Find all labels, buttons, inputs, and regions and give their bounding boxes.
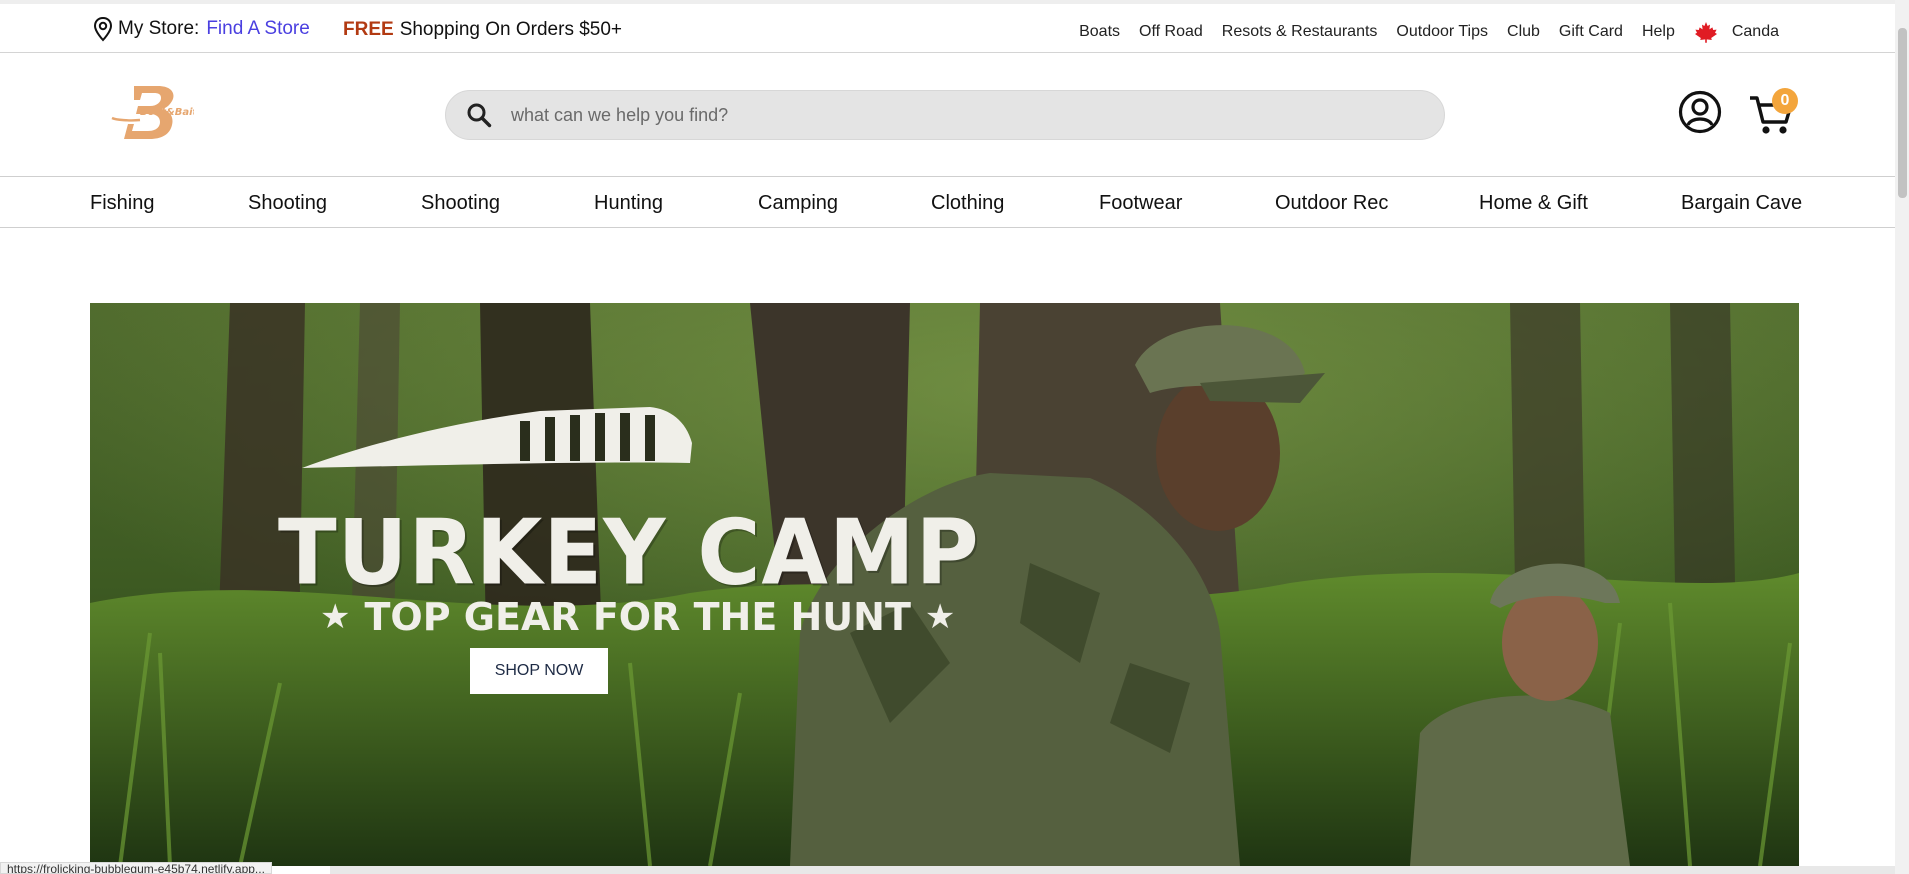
utility-links: Boats Off Road Resots & Restaurants Outd… [1060,21,1779,43]
account-icon[interactable] [1678,90,1722,134]
scrollbar-thumb[interactable] [1898,28,1907,198]
nav-shooting-2[interactable]: Shooting [421,192,500,215]
search-bar[interactable] [445,90,1445,140]
nav-shooting[interactable]: Shooting [248,192,327,215]
nav-bargain-cave[interactable]: Bargain Cave [1681,192,1802,215]
util-link-resorts-restaurants[interactable]: Resots & Restaurants [1222,23,1378,41]
star-icon: ★ [320,597,351,637]
my-store-label: My Store: [118,18,200,39]
logo-text: Boat&Bait [140,107,194,118]
hero-banner[interactable]: TURKEY CAMP ★ TOP GEAR FOR THE HUNT ★ SH… [90,303,1799,866]
boat-and-bait-logo[interactable]: Boat&Bait [110,84,194,140]
util-link-club[interactable]: Club [1507,23,1540,41]
canada-flag-icon[interactable] [1694,21,1718,43]
nav-home-gift[interactable]: Home & Gift [1479,192,1588,215]
util-link-outdoor-tips[interactable]: Outdoor Tips [1396,23,1488,41]
util-link-off-road[interactable]: Off Road [1139,23,1203,41]
nav-clothing[interactable]: Clothing [931,192,1004,215]
nav-outdoor-rec[interactable]: Outdoor Rec [1275,192,1388,215]
hero-subtitle-text: TOP GEAR FOR THE HUNT [364,595,911,639]
promo-text: Shopping On Orders $50+ [399,19,623,40]
nav-camping[interactable]: Camping [758,192,838,215]
util-link-boats[interactable]: Boats [1079,23,1120,41]
location-pin-icon [93,16,113,42]
search-icon[interactable] [466,102,492,128]
find-store-link[interactable]: Find A Store [206,18,310,40]
country-selector[interactable]: Canda [1732,23,1779,41]
search-input[interactable] [509,103,1409,127]
category-nav: Fishing Shooting Shooting Hunting Campin… [0,178,1895,228]
my-store: My Store: Find A Store [92,16,310,42]
util-link-gift-card[interactable]: Gift Card [1559,23,1623,41]
nav-hunting[interactable]: Hunting [594,192,663,215]
cart-count-badge: 0 [1772,88,1798,114]
promo-free-label: FREE [343,19,394,40]
hero-title: TURKEY CAMP [278,500,980,606]
nav-footwear[interactable]: Footwear [1099,192,1182,215]
shop-now-button[interactable]: SHOP NOW [470,648,608,694]
shipping-promo: FREE Shopping On Orders $50+ [343,19,622,41]
util-link-help[interactable]: Help [1642,23,1675,41]
utility-bar: My Store: Find A Store FREE Shopping On O… [0,4,1895,53]
star-icon: ★ [924,597,956,637]
hero-subtitle: ★ TOP GEAR FOR THE HUNT ★ [306,595,969,639]
nav-fishing[interactable]: Fishing [90,192,154,215]
site-header: Boat&Bait 0 [0,54,1895,177]
status-url-tooltip: https://frolicking-bubblegum-e45b74.netl… [0,862,272,874]
horizontal-scrollbar[interactable] [330,866,1895,874]
